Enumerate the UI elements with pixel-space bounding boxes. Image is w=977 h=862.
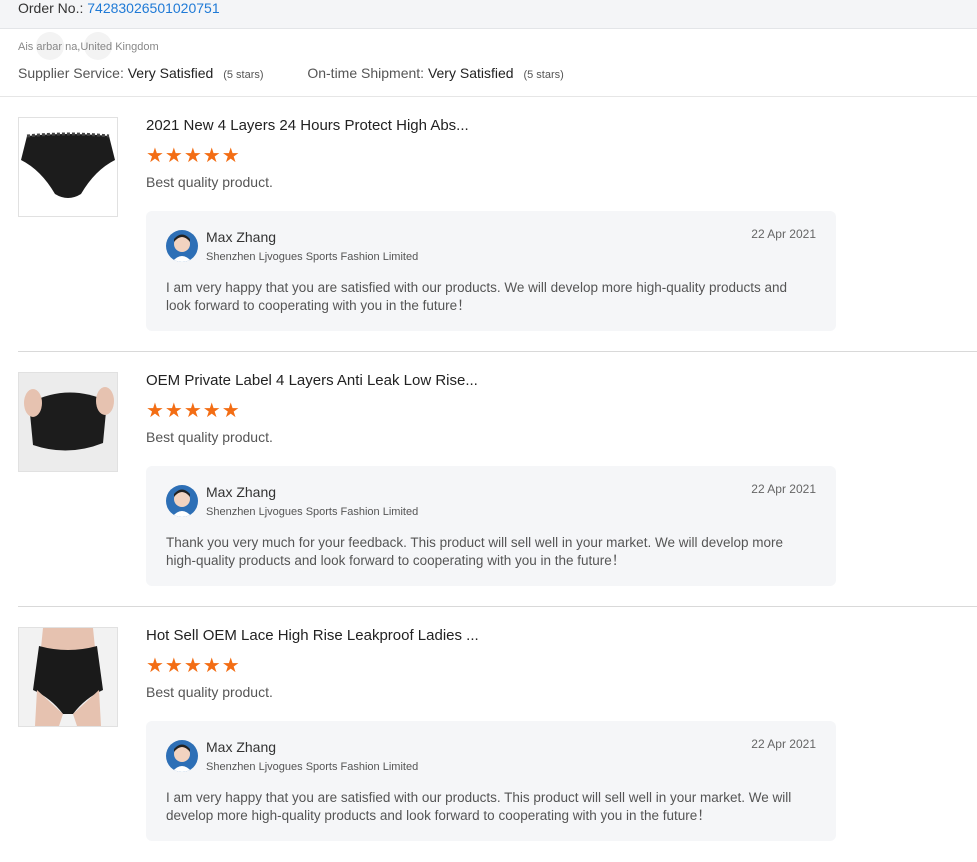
replier-company: Shenzhen Ljvogues Sports Fashion Limited xyxy=(206,506,419,518)
rating-stars: ★★★★★ xyxy=(146,145,241,167)
rating-stars: ★★★★★ xyxy=(146,655,241,677)
reply-text: I am very happy that you are satisfied w… xyxy=(166,280,788,313)
product-title-link[interactable]: Hot Sell OEM Lace High Rise Leakproof La… xyxy=(146,627,479,644)
replier-name: Max Zhang xyxy=(206,739,277,755)
supplier-reply: Max Zhang Shenzhen Ljvogues Sports Fashi… xyxy=(146,211,836,331)
review-comment: Best quality product. xyxy=(146,174,273,190)
avatar xyxy=(166,485,198,517)
shipment-stars: (5 stars) xyxy=(523,69,564,81)
supplier-service-value: Very Satisfied xyxy=(127,65,214,81)
product-thumbnail[interactable] xyxy=(18,627,118,727)
order-number-link[interactable]: 74283026501020751 xyxy=(87,0,219,16)
replier-name: Max Zhang xyxy=(206,229,277,245)
review-item: OEM Private Label 4 Layers Anti Leak Low… xyxy=(0,352,977,607)
review-item: Hot Sell OEM Lace High Rise Leakproof La… xyxy=(0,607,977,862)
reply-date: 22 Apr 2021 xyxy=(751,482,816,496)
supplier-reply: Max Zhang Shenzhen Ljvogues Sports Fashi… xyxy=(146,721,836,841)
product-image-lowrise xyxy=(19,373,117,471)
buyer-location: Ais arbar na,United Kingdom xyxy=(18,32,159,60)
product-title-link[interactable]: 2021 New 4 Layers 24 Hours Protect High … xyxy=(146,117,469,134)
order-header-bar: Order No.: 74283026501020751 xyxy=(0,0,977,29)
order-number-label: Order No.: 74283026501020751 xyxy=(18,0,220,16)
reply-text: Thank you very much for your feedback. T… xyxy=(166,535,783,568)
review-item: 2021 New 4 Layers 24 Hours Protect High … xyxy=(0,97,977,352)
replier-company: Shenzhen Ljvogues Sports Fashion Limited xyxy=(206,761,419,773)
buyer-location-text: Ais arbar na,United Kingdom xyxy=(18,41,159,53)
reply-text: I am very happy that you are satisfied w… xyxy=(166,790,792,823)
supplier-service-stars: (5 stars) xyxy=(223,69,264,81)
product-title-link[interactable]: OEM Private Label 4 Layers Anti Leak Low… xyxy=(146,372,478,389)
order-label-text: Order No.: xyxy=(18,0,84,16)
rating-stars: ★★★★★ xyxy=(146,400,241,422)
product-image-briefs xyxy=(21,132,115,198)
supplier-service-label: Supplier Service: xyxy=(18,65,124,81)
product-thumbnail[interactable] xyxy=(18,372,118,472)
supplier-reply: Max Zhang Shenzhen Ljvogues Sports Fashi… xyxy=(146,466,836,586)
reply-date: 22 Apr 2021 xyxy=(751,227,816,241)
product-image-highrise xyxy=(19,628,117,726)
order-ratings: Supplier Service: Very Satisfied (5 star… xyxy=(18,65,564,81)
avatar xyxy=(166,740,198,772)
shipment-value: Very Satisfied xyxy=(427,65,514,81)
review-comment: Best quality product. xyxy=(146,429,273,445)
review-comment: Best quality product. xyxy=(146,684,273,700)
shipment-label: On-time Shipment: xyxy=(307,65,425,81)
reply-date: 22 Apr 2021 xyxy=(751,737,816,751)
product-thumbnail[interactable] xyxy=(18,117,118,217)
avatar xyxy=(166,230,198,262)
replier-company: Shenzhen Ljvogues Sports Fashion Limited xyxy=(206,251,419,263)
replier-name: Max Zhang xyxy=(206,484,277,500)
